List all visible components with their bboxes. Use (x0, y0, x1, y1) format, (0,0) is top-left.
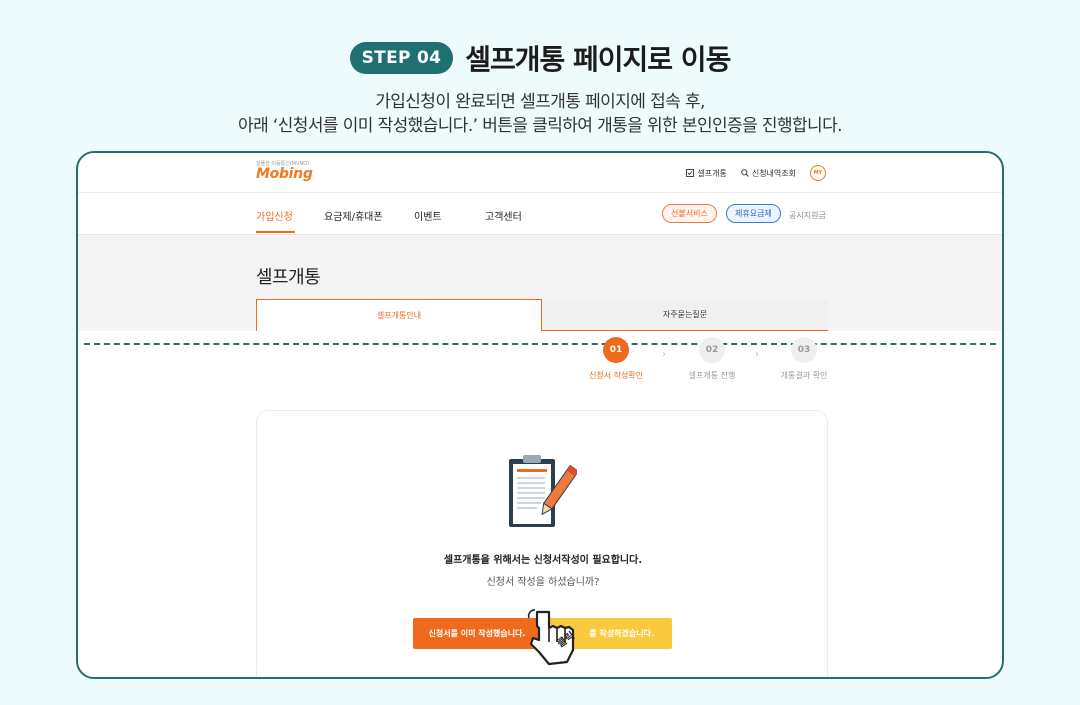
step-2-label: 셀프개통 진행 (688, 371, 736, 380)
top-links: 셀프개통 신청내역조회 MY (686, 165, 826, 181)
nav-item-customer-center[interactable]: 고객센터 (485, 208, 522, 223)
step-3-label: 개통결과 확인 (780, 371, 828, 380)
card-question: 신청서 작성을 하셨습니까? (486, 577, 600, 588)
page-title: 셀프개통 (256, 267, 321, 288)
chevron-right-icon: › (662, 349, 666, 360)
clipboard-pencil-icon (509, 455, 577, 527)
nav-item-plans-phones[interactable]: 요금제/휴대폰 (324, 208, 383, 223)
tab-self-activation-guide[interactable]: 셀프개통안내 (256, 299, 542, 331)
partner-plan-button[interactable]: 제휴요금제 (726, 204, 781, 223)
description-line-1: 가입신청이 완료되면 셀프개통 페이지에 접속 후, (375, 92, 705, 112)
subsidy-link[interactable]: 공시지원금 (789, 210, 826, 221)
browser-frame: 알뜰한 이동통신(MVNO) Mobing 셀프개통 신청내역조회 MY 가입신… (76, 151, 1004, 679)
step-badge: STEP 04 (349, 42, 454, 74)
site-logo[interactable]: Mobing (256, 166, 313, 182)
description-line-2: 아래 ‘신청서를 이미 작성했습니다.’ 버튼을 클릭하여 개통을 위한 본인인… (238, 116, 842, 136)
crop-divider (84, 343, 996, 345)
step-title: 셀프개통 페이지로 이동 (465, 43, 731, 76)
my-page-button[interactable]: MY (810, 165, 826, 181)
top-link-label: 신청내역조회 (751, 168, 796, 178)
checkbox-icon (686, 169, 695, 177)
chevron-right-icon: › (755, 349, 759, 360)
step-header: STEP 04 셀프개통 페이지로 이동 (0, 38, 1080, 78)
step-description: 가입신청이 완료되면 셀프개통 페이지에 접속 후, 아래 ‘신청서를 이미 작… (0, 90, 1080, 138)
nav-active-underline (256, 231, 295, 233)
application-check-card: 셀프개통을 위해서는 신청서작성이 필요합니다. 신청서 작성을 하셨습니까? … (256, 410, 828, 677)
nav-item-signup[interactable]: 가입신청 (256, 208, 293, 223)
already-filled-button[interactable]: 신청서를 이미 작성했습니다. (413, 618, 541, 649)
site-topbar: 알뜰한 이동통신(MVNO) Mobing 셀프개통 신청내역조회 MY (78, 153, 1002, 193)
step-2-circle: 02 (699, 337, 725, 363)
step-1-label: 신청서 작성확인 (588, 371, 644, 380)
top-link-order-lookup[interactable]: 신청내역조회 (741, 168, 796, 179)
tab-faq[interactable]: 자주묻는질문 (542, 299, 828, 331)
prepaid-service-button[interactable]: 선불서비스 (662, 204, 717, 223)
step-3-circle: 03 (791, 337, 817, 363)
top-link-label: 셀프개통 (697, 168, 727, 178)
step-1-circle: 01 (603, 337, 629, 363)
top-link-self-activation[interactable]: 셀프개통 (686, 168, 727, 179)
main-nav: 가입신청 요금제/휴대폰 이벤트 고객센터 선불서비스 제휴요금제 공시지원금 (78, 193, 1002, 235)
nav-item-events[interactable]: 이벤트 (414, 208, 442, 223)
search-icon (741, 169, 749, 177)
card-main-message: 셀프개통을 위해서는 신청서작성이 필요합니다. (443, 555, 643, 566)
